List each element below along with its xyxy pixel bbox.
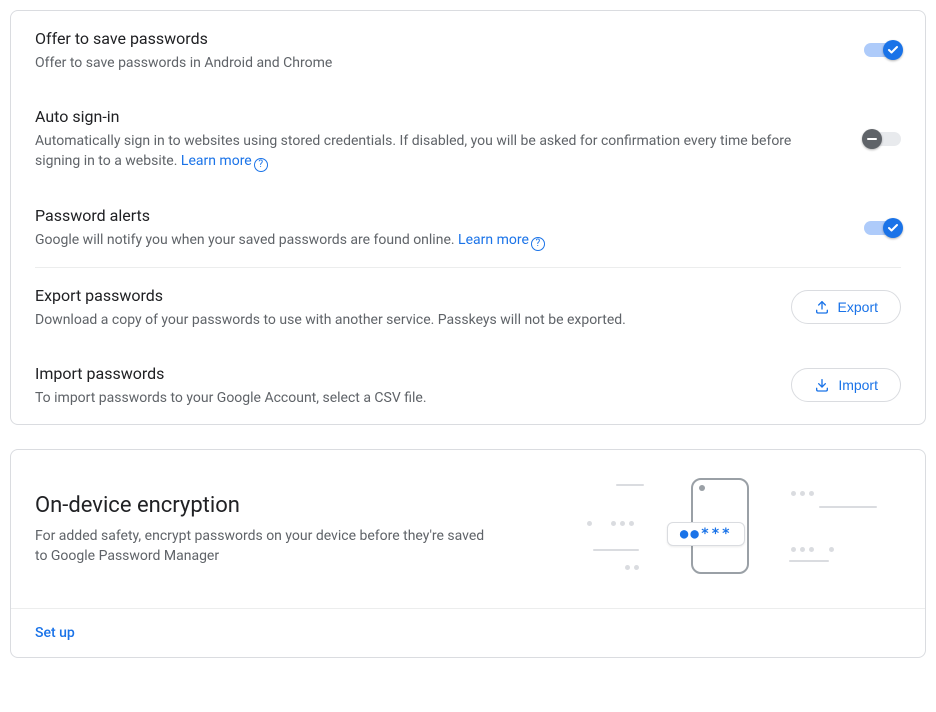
offer-save-passwords-row: Offer to save passwords Offer to save pa… [11, 11, 925, 89]
import-button[interactable]: Import [791, 368, 901, 402]
deco-dash [789, 560, 829, 562]
offer-save-passwords-text: Offer to save passwords Offer to save pa… [35, 27, 864, 73]
toggle-knob [883, 218, 903, 238]
download-icon [814, 377, 830, 393]
auto-sign-in-toggle[interactable] [864, 132, 901, 146]
on-device-encryption-title: On-device encryption [35, 493, 557, 518]
password-alerts-desc: Google will notify you when your saved p… [35, 230, 840, 251]
export-button[interactable]: Export [791, 290, 901, 324]
upload-icon [814, 299, 830, 315]
export-button-label: Export [838, 299, 878, 315]
deco-dots [587, 514, 596, 520]
auto-sign-in-desc-text: Automatically sign in to websites using … [35, 133, 791, 169]
deco-dots [611, 514, 638, 520]
toggle-knob [883, 40, 903, 60]
deco-dash [819, 506, 877, 508]
on-device-encryption-text: On-device encryption For added safety, e… [35, 493, 581, 566]
on-device-encryption-footer: Set up [11, 608, 925, 657]
password-alerts-text: Password alerts Google will notify you w… [35, 204, 864, 251]
auto-sign-in-desc: Automatically sign in to websites using … [35, 131, 840, 172]
offer-save-passwords-title: Offer to save passwords [35, 27, 840, 51]
deco-dash [616, 484, 644, 486]
deco-dots [791, 540, 818, 546]
import-button-label: Import [838, 377, 878, 393]
deco-dash [593, 549, 639, 551]
password-settings-card: Offer to save passwords Offer to save pa… [10, 10, 926, 425]
export-passwords-title: Export passwords [35, 284, 767, 308]
on-device-encryption-desc: For added safety, encrypt passwords on y… [35, 526, 495, 566]
auto-sign-in-text: Auto sign-in Automatically sign in to we… [35, 105, 864, 172]
deco-dots [829, 540, 838, 546]
deco-dots [625, 558, 643, 564]
import-passwords-title: Import passwords [35, 362, 767, 386]
export-passwords-row: Export passwords Download a copy of your… [11, 268, 925, 346]
password-alerts-title: Password alerts [35, 204, 840, 228]
auto-sign-in-learn-more-link[interactable]: Learn more? [181, 153, 268, 169]
learn-more-label: Learn more [181, 153, 252, 169]
set-up-link[interactable]: Set up [35, 625, 75, 641]
deco-dots [791, 484, 818, 490]
learn-more-label: Learn more [458, 232, 529, 248]
offer-save-passwords-desc: Offer to save passwords in Android and C… [35, 53, 840, 73]
import-passwords-text: Import passwords To import passwords to … [35, 362, 791, 408]
offer-save-passwords-toggle[interactable] [864, 43, 901, 57]
check-icon [887, 222, 899, 234]
import-passwords-desc: To import passwords to your Google Accou… [35, 388, 767, 408]
on-device-encryption-illustration: ●●*** [581, 474, 901, 584]
auto-sign-in-title: Auto sign-in [35, 105, 840, 129]
help-circle-icon: ? [254, 158, 268, 172]
password-alerts-row: Password alerts Google will notify you w… [11, 188, 925, 267]
on-device-encryption-card: On-device encryption For added safety, e… [10, 449, 926, 658]
check-icon [887, 44, 899, 56]
password-alerts-desc-text: Google will notify you when your saved p… [35, 232, 458, 248]
import-passwords-row: Import passwords To import passwords to … [11, 346, 925, 424]
password-alerts-toggle[interactable] [864, 221, 901, 235]
export-passwords-text: Export passwords Download a copy of your… [35, 284, 791, 330]
password-alerts-learn-more-link[interactable]: Learn more? [458, 232, 545, 248]
toggle-knob [862, 129, 882, 149]
password-bubble-icon: ●●*** [667, 522, 745, 546]
minus-icon [867, 138, 877, 140]
auto-sign-in-row: Auto sign-in Automatically sign in to we… [11, 89, 925, 188]
help-circle-icon: ? [531, 237, 545, 251]
on-device-encryption-body: On-device encryption For added safety, e… [11, 450, 925, 608]
export-passwords-desc: Download a copy of your passwords to use… [35, 310, 767, 330]
